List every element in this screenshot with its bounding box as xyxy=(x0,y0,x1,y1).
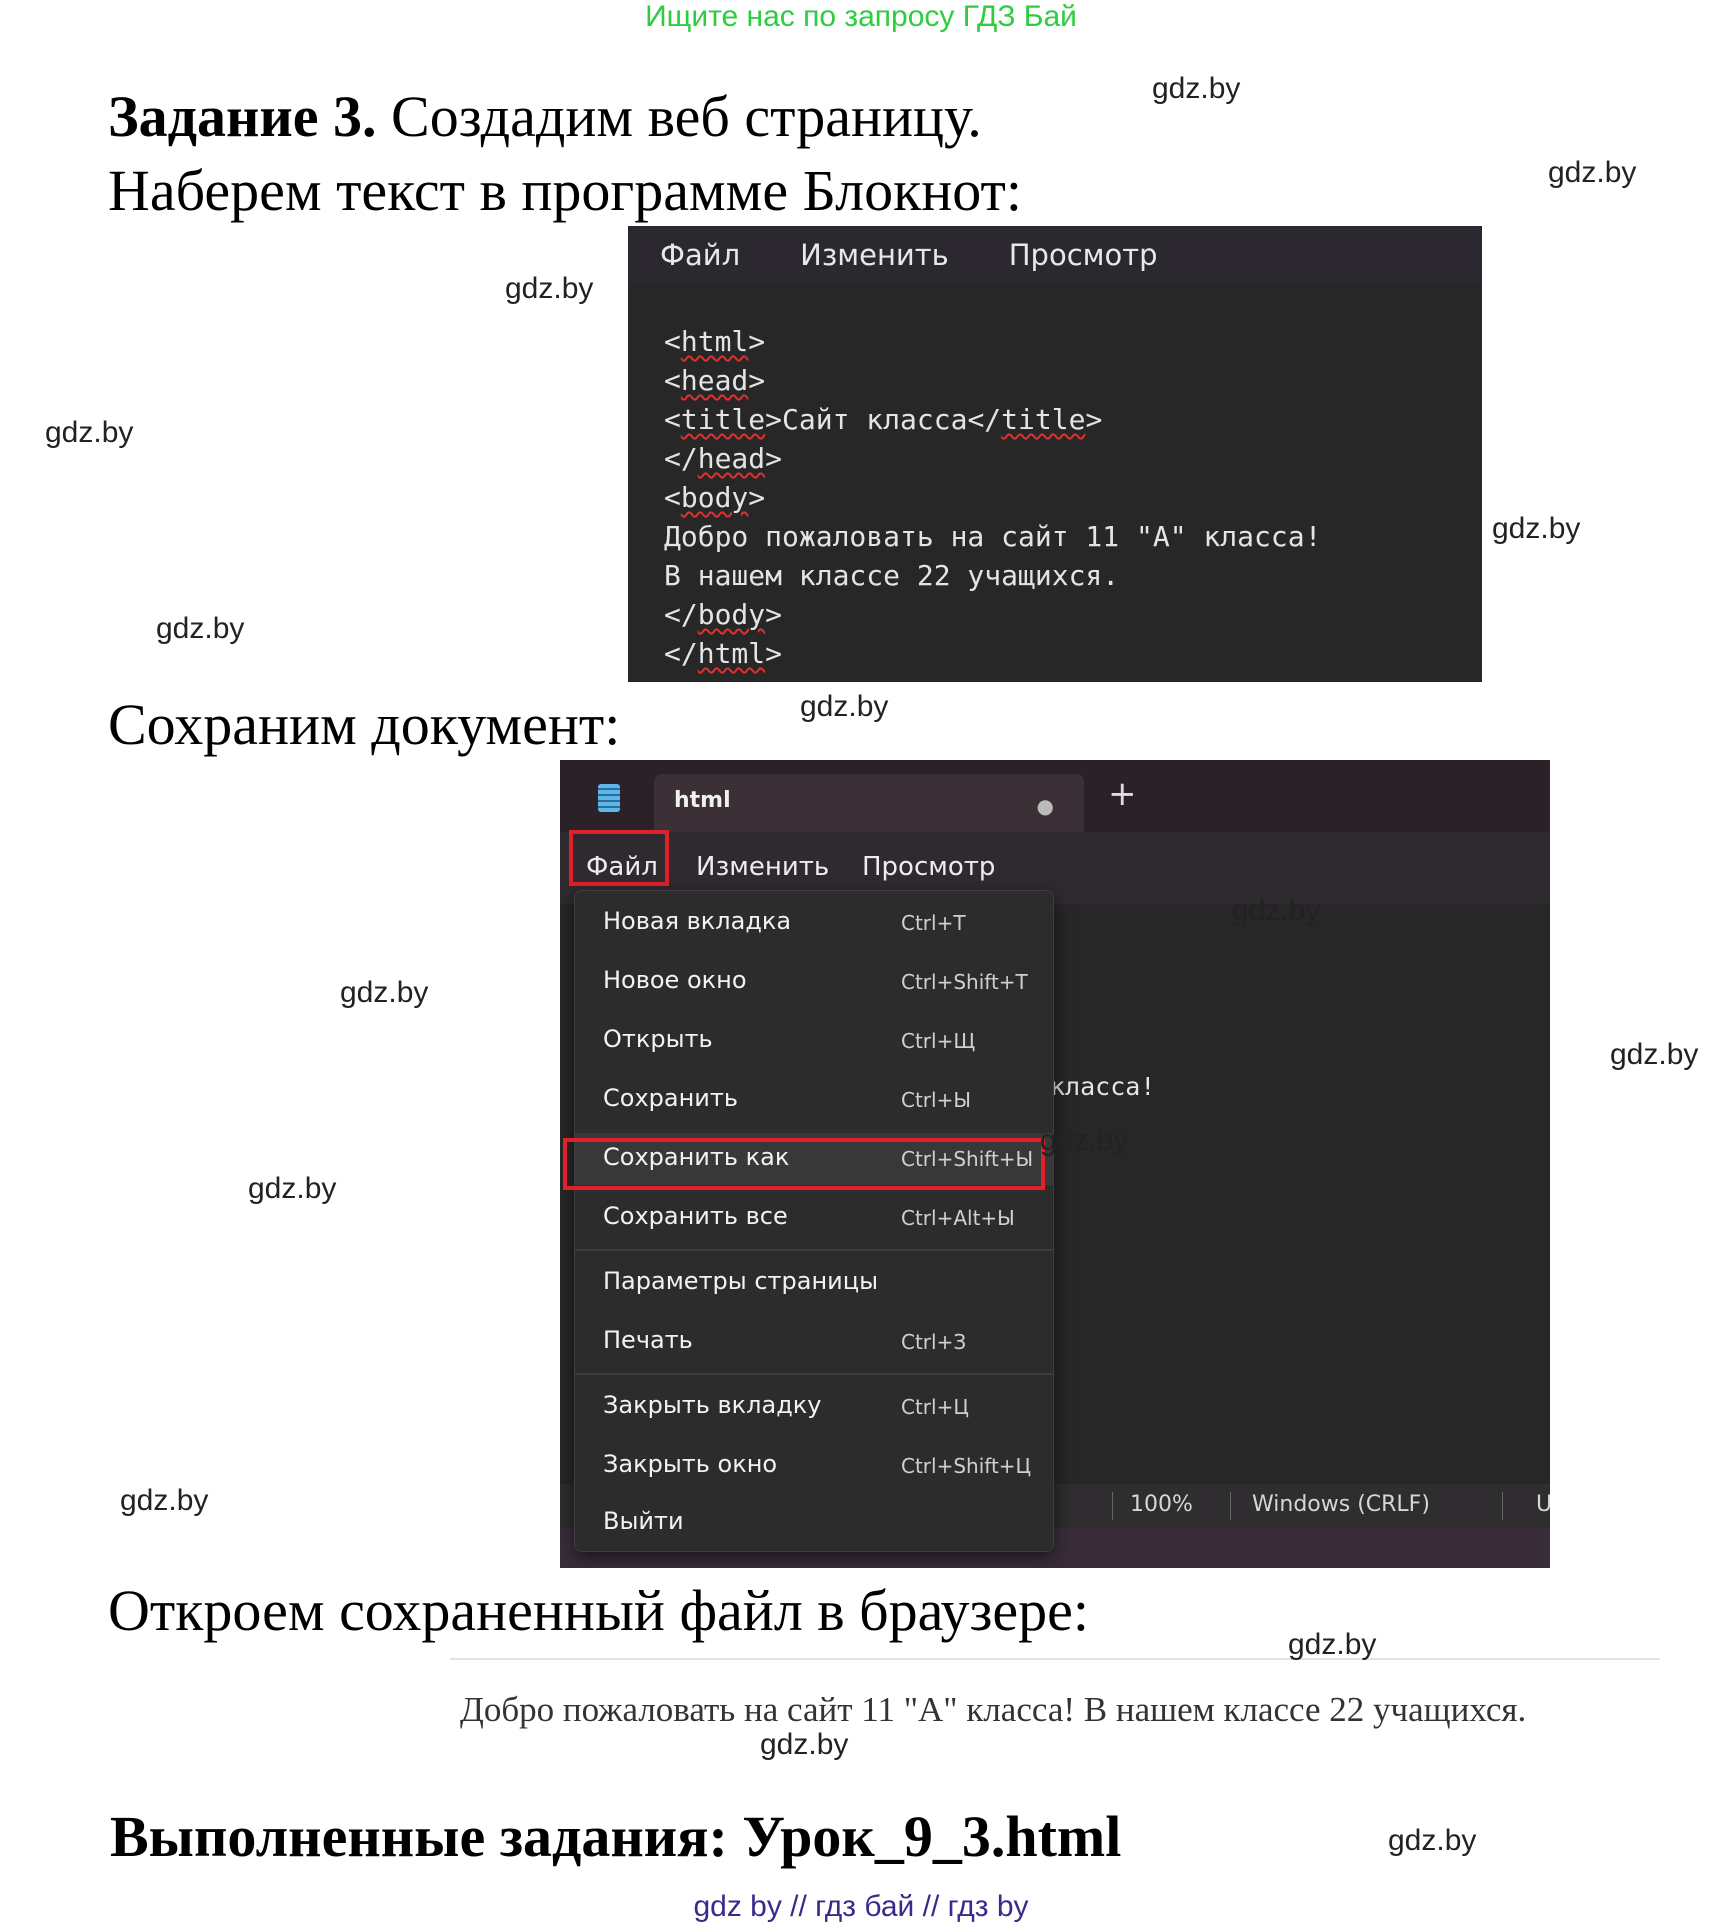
status-separator xyxy=(1112,1492,1113,1520)
watermark: gdz.by xyxy=(340,976,429,1009)
watermark: gdz.by xyxy=(760,1728,849,1761)
notepad-menubar: Файл Изменить Просмотр xyxy=(628,226,1482,284)
tab-title: html xyxy=(674,788,731,813)
watermark: gdz.by xyxy=(1492,512,1581,545)
watermark: gdz.by xyxy=(1232,894,1321,927)
watermark: gdz.by xyxy=(1388,1824,1477,1857)
tab-bar: html ● + xyxy=(560,760,1550,832)
browser-rendered-text: Добро пожаловать на сайт 11 "А" класса! … xyxy=(460,1690,1527,1729)
unsaved-dot-icon[interactable]: ● xyxy=(1037,794,1054,818)
footer-links[interactable]: gdz by // гдз бай // гдз by xyxy=(0,1890,1722,1924)
save-as-highlight xyxy=(563,1138,1045,1190)
status-encoding: U xyxy=(1536,1492,1550,1517)
notepad-code-window: Файл Изменить Просмотр <html> <head> <titl… xyxy=(628,226,1482,682)
watermark: gdz.by xyxy=(1288,1628,1377,1661)
task-heading: Задание 3. Создадим веб страницу. xyxy=(108,88,982,146)
menu-item-page-setup[interactable]: Параметры страницы xyxy=(575,1257,1053,1309)
save-heading: Сохраним документ: xyxy=(108,692,621,757)
menu-separator xyxy=(575,1373,1053,1375)
menu-item-print[interactable]: Печать Ctrl+З xyxy=(575,1316,1053,1368)
menu-item-new-tab[interactable]: Новая вкладка Ctrl+T xyxy=(575,897,1053,949)
watermark: gdz.by xyxy=(120,1484,209,1517)
browser-divider xyxy=(450,1658,1660,1660)
file-menu-highlight xyxy=(569,830,669,886)
top-banner: Ищите нас по запросу ГДЗ Бай xyxy=(645,0,1077,33)
notepad-app-icon xyxy=(598,784,620,812)
task-title: Создадим веб страницу. xyxy=(376,84,982,149)
new-tab-plus-icon[interactable]: + xyxy=(1108,774,1137,814)
task-line2: Наберем текст в программе Блокнот: xyxy=(108,158,1022,223)
watermark: gdz.by xyxy=(505,272,594,305)
menu-edit[interactable]: Изменить xyxy=(800,238,949,272)
menu-item-save[interactable]: Сохранить Ctrl+Ы xyxy=(575,1074,1053,1126)
status-separator xyxy=(1502,1492,1503,1520)
watermark: gdz.by xyxy=(800,690,889,723)
menu-item-close-tab[interactable]: Закрыть вкладку Ctrl+Ц xyxy=(575,1381,1053,1433)
menu-view[interactable]: Просмотр xyxy=(1009,238,1158,272)
completed-tasks-heading: Выполненные задания: Урок_9_3.html xyxy=(110,1804,1122,1869)
editor-text-fragment: класса! xyxy=(1050,1072,1156,1101)
watermark: gdz.by xyxy=(248,1172,337,1205)
watermark: gdz.by xyxy=(1152,72,1241,105)
watermark: gdz.by xyxy=(1610,1038,1699,1071)
menu-edit[interactable]: Изменить xyxy=(696,852,829,882)
watermark: gdz.by xyxy=(1548,156,1637,189)
task-label: Задание 3. xyxy=(108,84,377,149)
menu-item-save-all[interactable]: Сохранить все Ctrl+Alt+Ы xyxy=(575,1192,1053,1244)
status-separator xyxy=(1230,1492,1231,1520)
watermark: gdz.by xyxy=(1040,1124,1129,1157)
menu-file[interactable]: Файл xyxy=(660,238,740,272)
code-text[interactable]: <html> <head> <title>Сайт класса</title> </… xyxy=(628,284,1482,673)
menu-item-new-window[interactable]: Новое окно Ctrl+Shift+T xyxy=(575,956,1053,1008)
menu-item-exit[interactable]: Выйти xyxy=(575,1497,1053,1549)
menu-item-open[interactable]: Открыть Ctrl+Щ xyxy=(575,1015,1053,1067)
watermark: gdz.by xyxy=(45,416,134,449)
status-zoom: 100% xyxy=(1130,1492,1193,1517)
watermark: gdz.by xyxy=(156,612,245,645)
tab-html[interactable]: html ● xyxy=(654,774,1084,832)
menu-view[interactable]: Просмотр xyxy=(862,852,995,882)
menu-item-close-window[interactable]: Закрыть окно Ctrl+Shift+Ц xyxy=(575,1440,1053,1492)
menu-separator xyxy=(575,1249,1053,1251)
file-dropdown-menu: Новая вкладка Ctrl+T Новое окно Ctrl+Shift… xyxy=(574,890,1054,1552)
open-heading: Откроем сохраненный файл в браузере: xyxy=(108,1578,1089,1643)
status-line-ending: Windows (CRLF) xyxy=(1252,1492,1430,1517)
